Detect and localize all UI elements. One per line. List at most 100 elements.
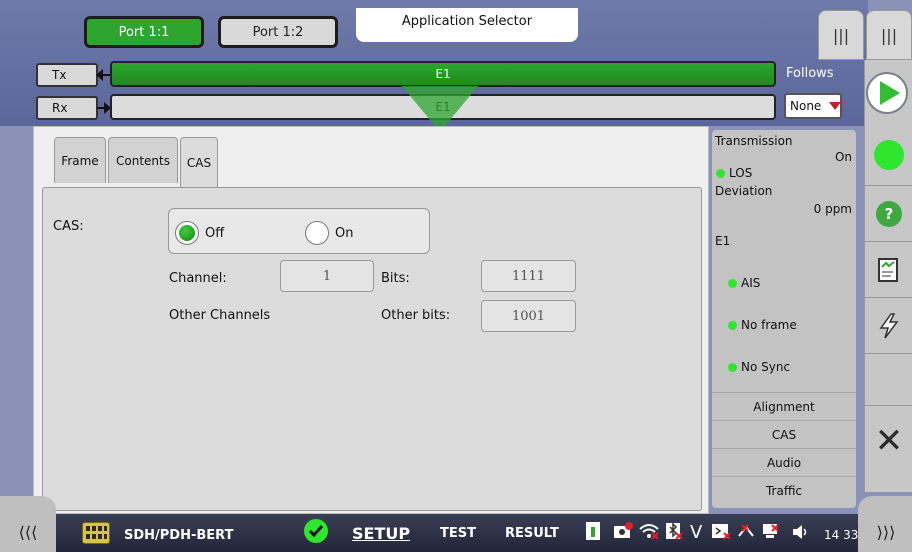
section-alignment-label: Alignment: [753, 399, 815, 414]
wifi-icon: [638, 521, 660, 545]
right-sidebar: ? ✕: [864, 60, 912, 492]
status-led-button[interactable]: [865, 124, 912, 186]
cas-label: CAS:: [53, 219, 84, 234]
tx-signal-bar[interactable]: E1: [110, 61, 776, 87]
application-icon[interactable]: [82, 522, 110, 544]
menu-tab-right[interactable]: |||: [866, 10, 912, 60]
menu-icon: |||: [880, 25, 898, 45]
bluetooth-icon: [664, 521, 684, 545]
setup-panel: Frame Contents CAS CAS: Off On Channel: …: [33, 126, 709, 514]
global-status-led-icon: [874, 139, 904, 170]
port-1-2-button[interactable]: Port 1:2: [218, 16, 338, 48]
inject-error-button[interactable]: [865, 298, 912, 354]
scroll-left-button[interactable]: ⟨⟨⟨: [0, 496, 56, 552]
tab-frame-label: Frame: [61, 153, 99, 168]
ais-indicator: AIS: [728, 276, 760, 290]
port-1-1-label: Port 1:1: [118, 24, 170, 40]
remote-terminal-icon: [710, 521, 732, 545]
cas-off-radio[interactable]: Off: [175, 221, 224, 245]
los-label: LOS: [729, 166, 753, 180]
los-led-icon: [716, 168, 725, 178]
cas-radio-group: Off On: [168, 208, 430, 254]
tx-button[interactable]: Tx: [36, 63, 98, 87]
cas-tab-content: CAS: Off On Channel: 1 Bits: 1111 Other …: [42, 187, 702, 511]
tab-test[interactable]: TEST: [440, 526, 476, 541]
section-cas-label: CAS: [771, 427, 797, 442]
tx-arrow-head-icon: [96, 69, 103, 81]
application-selector-button[interactable]: Application Selector: [356, 8, 578, 42]
transmission-value: On: [834, 150, 852, 164]
report-button[interactable]: [865, 242, 912, 298]
los-indicator: LOS: [716, 166, 752, 180]
section-cas[interactable]: CAS: [712, 420, 856, 448]
battery-plug-icon: [582, 520, 604, 546]
radio-selected-dot: [179, 225, 195, 241]
start-test-button[interactable]: [866, 72, 908, 114]
port-1-1-button[interactable]: Port 1:1: [84, 16, 204, 48]
report-icon: [878, 257, 898, 282]
cas-on-radio[interactable]: On: [305, 221, 353, 245]
lightning-icon: [879, 312, 899, 338]
check-icon: [304, 519, 328, 543]
tab-cas-label: CAS: [186, 155, 212, 170]
deviation-value: 0 ppm: [813, 202, 852, 216]
section-traffic-label: Traffic: [765, 483, 803, 498]
help-button[interactable]: ?: [865, 186, 912, 242]
tab-contents-label: Contents: [116, 153, 170, 168]
section-audio-label: Audio: [766, 455, 802, 470]
tab-cas[interactable]: CAS: [180, 137, 218, 187]
section-audio[interactable]: Audio: [712, 448, 856, 476]
other-bits-value: 1001: [511, 308, 546, 324]
bits-field[interactable]: 1111: [481, 260, 576, 292]
menu-tab-left[interactable]: |||: [818, 10, 864, 60]
clock: 14 33: [824, 528, 859, 542]
tab-result[interactable]: RESULT: [505, 526, 559, 541]
other-bits-label: Other bits:: [381, 308, 451, 323]
no-sync-led-icon: [728, 362, 737, 372]
camera-icon: [612, 521, 634, 545]
channel-field[interactable]: 1: [280, 260, 374, 292]
tx-label: Tx: [52, 68, 67, 82]
e1-label: E1: [715, 234, 731, 248]
section-alignment[interactable]: Alignment: [712, 392, 856, 420]
section-traffic[interactable]: Traffic: [712, 476, 856, 504]
tx-signal-value: E1: [435, 67, 451, 81]
no-frame-led-icon: [728, 320, 737, 330]
network-icon: [736, 521, 758, 545]
cas-off-label: Off: [205, 225, 225, 241]
help-icon: ?: [876, 200, 902, 227]
rx-button[interactable]: Rx: [36, 96, 98, 120]
channel-label: Channel:: [169, 271, 227, 286]
no-sync-label: No Sync: [741, 360, 791, 374]
radio-button[interactable]: [305, 221, 329, 245]
other-channels-label: Other Channels: [169, 308, 271, 323]
play-icon: [879, 81, 900, 105]
tab-frame[interactable]: Frame: [54, 137, 106, 183]
status-panel: Transmission On LOS Deviation 0 ppm E1 A…: [712, 130, 856, 508]
transmission-label: Transmission: [715, 134, 793, 148]
chevron-down-icon: [829, 102, 842, 110]
close-button[interactable]: ✕: [865, 406, 912, 476]
double-chevron-right-icon: ⟩⟩⟩: [876, 523, 896, 542]
tab-setup[interactable]: SETUP: [352, 524, 410, 543]
v-icon: V: [690, 522, 703, 543]
scroll-right-button[interactable]: ⟩⟩⟩: [858, 496, 912, 552]
radio-button[interactable]: [175, 221, 199, 245]
follows-select[interactable]: None: [784, 93, 842, 119]
ethernet-icon: [760, 521, 782, 545]
application-name: SDH/PDH-BERT: [124, 528, 234, 543]
sidebar-empty-slot: [865, 354, 912, 406]
double-chevron-left-icon: ⟨⟨⟨: [18, 523, 38, 542]
rx-label: Rx: [52, 101, 68, 115]
port-1-2-label: Port 1:2: [252, 24, 304, 40]
other-bits-field[interactable]: 1001: [481, 300, 576, 332]
cas-on-label: On: [335, 225, 354, 241]
ais-label: AIS: [741, 276, 761, 290]
tab-contents[interactable]: Contents: [108, 137, 178, 183]
application-selector-label: Application Selector: [401, 14, 533, 29]
no-sync-indicator: No Sync: [728, 360, 790, 374]
bits-label: Bits:: [381, 271, 410, 286]
bert-grid-icon: [86, 526, 107, 539]
ais-led-icon: [728, 278, 737, 288]
menu-icon: |||: [832, 25, 850, 45]
